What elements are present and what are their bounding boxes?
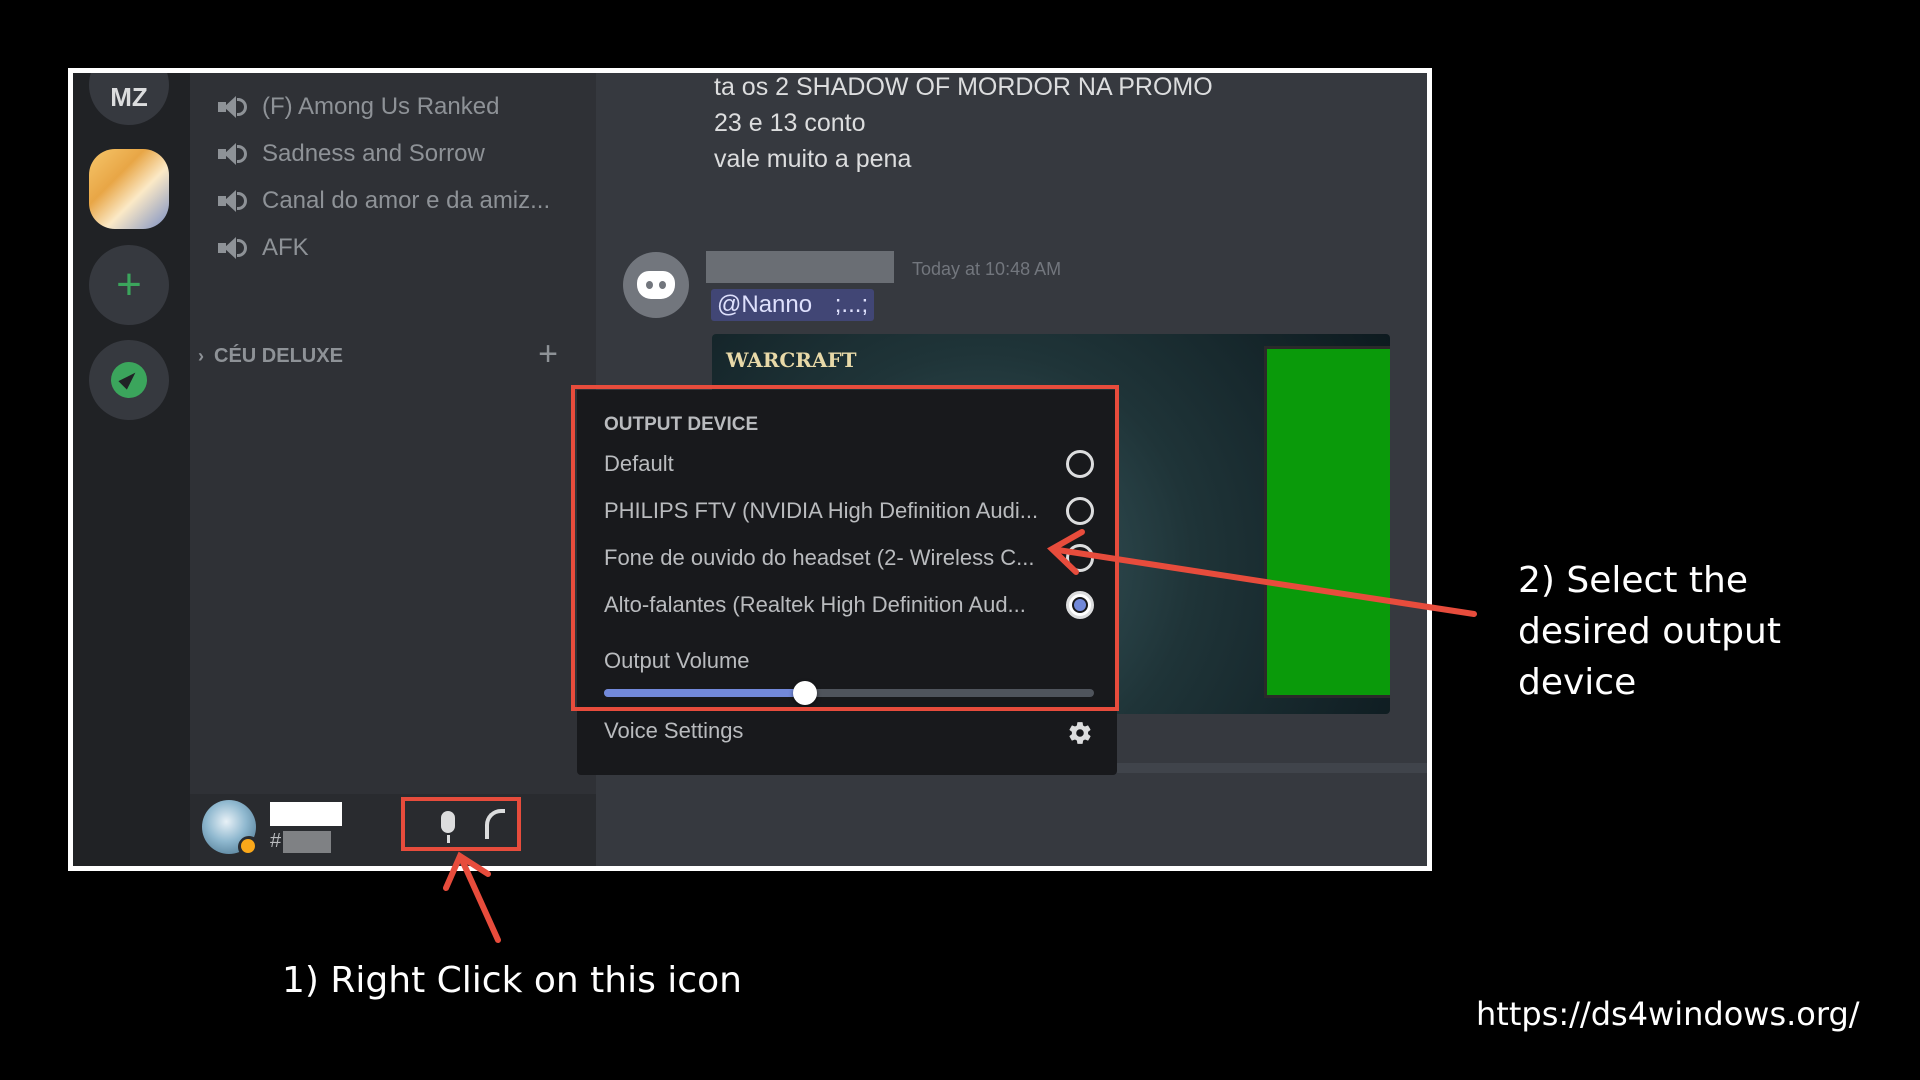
output-volume-slider[interactable] (604, 681, 1094, 705)
mic-headphone-highlight-box (401, 797, 521, 851)
redacted-tag (283, 830, 332, 853)
message-text: ta os 2 SHADOW OF MORDOR NA PROMO (714, 73, 1213, 101)
speaker-icon (218, 141, 248, 167)
radio-icon[interactable] (1066, 450, 1094, 478)
speaker-icon (218, 188, 248, 214)
message-text: vale muito a pena (714, 145, 912, 173)
device-option-default[interactable]: Default (604, 444, 1094, 484)
popout-title: OUTPUT DEVICE (604, 414, 759, 435)
voice-channel-sadness[interactable]: Sadness and Sorrow (218, 134, 485, 174)
server-rail: MZ + (73, 73, 190, 866)
mention-text: @Nanno (717, 291, 813, 318)
headphones-icon[interactable] (485, 809, 505, 839)
source-url: https://ds4windows.org/ (1476, 995, 1860, 1033)
radio-icon[interactable] (1066, 544, 1094, 572)
device-label: PHILIPS FTV (NVIDIA High Definition Audi… (604, 498, 1039, 523)
idle-status-icon (238, 836, 260, 858)
mention-suffix: ;...; (834, 291, 869, 318)
output-volume-label: Output Volume (604, 648, 750, 673)
voice-channel-canal[interactable]: Canal do amor e da amiz... (218, 181, 550, 221)
channel-label: Sadness and Sorrow (262, 140, 485, 167)
step-1-annotation: 1) Right Click on this icon (282, 960, 742, 1001)
device-label: Alto-falantes (Realtek High Definition A… (604, 592, 1026, 617)
output-device-popout: OUTPUT DEVICE Default PHILIPS FTV (NVIDI… (577, 390, 1117, 775)
radio-selected-icon[interactable] (1066, 591, 1094, 619)
gear-icon[interactable] (1067, 720, 1093, 746)
device-option-headset[interactable]: Fone de ouvido do headset (2- Wireless C… (604, 538, 1094, 578)
voice-channel-afk[interactable]: AFK (218, 228, 309, 268)
explore-servers-button[interactable] (89, 340, 169, 420)
channel-label: (F) Among Us Ranked (262, 93, 500, 120)
arrow-to-headphones (459, 857, 501, 943)
discord-logo-icon (637, 271, 675, 299)
category-label: CÉU DELUXE (214, 345, 343, 367)
device-option-philips[interactable]: PHILIPS FTV (NVIDIA High Definition Audi… (604, 491, 1094, 531)
speaker-icon (218, 94, 248, 120)
add-server-button[interactable]: + (89, 245, 169, 325)
channel-sidebar: (F) Among Us Ranked Sadness and Sorrow C… (190, 73, 596, 866)
author-avatar[interactable] (623, 252, 689, 318)
channel-category[interactable]: › CÉU DELUXE + (198, 335, 578, 373)
message-text: 23 e 13 conto (714, 109, 866, 137)
speaker-icon (218, 235, 248, 261)
chevron-right-icon: › (198, 346, 204, 366)
server-icon-mz[interactable]: MZ (89, 73, 169, 125)
mention-pill[interactable]: @Nanno ;...; (711, 289, 875, 321)
voice-settings-link[interactable]: Voice Settings (604, 718, 743, 744)
user-tag: # (270, 830, 332, 853)
create-channel-plus-icon[interactable]: + (538, 335, 558, 374)
volume-slider-handle[interactable] (792, 681, 817, 705)
message-timestamp: Today at 10:48 AM (912, 259, 1062, 279)
green-panel (1264, 346, 1390, 698)
game-logo: WARCRAFT (726, 348, 857, 372)
server-initials: MZ (110, 81, 148, 112)
redacted-username (270, 802, 342, 826)
tag-prefix: # (270, 830, 282, 852)
channel-label: AFK (262, 234, 309, 261)
step-2-annotation: 2) Select the desired output device (1518, 560, 1781, 703)
compass-icon (111, 362, 147, 398)
tutorial-canvas: MZ + (F) Among Us Ranked Sadness and Sor… (0, 0, 1920, 1080)
volume-fill (604, 689, 805, 697)
device-label: Default (604, 451, 674, 476)
microphone-icon[interactable] (441, 811, 455, 843)
channel-label: Canal do amor e da amiz... (262, 187, 551, 214)
discord-screenshot: MZ + (F) Among Us Ranked Sadness and Sor… (68, 68, 1432, 871)
user-panel: # (190, 794, 596, 866)
radio-icon[interactable] (1066, 497, 1094, 525)
voice-channel-among-us[interactable]: (F) Among Us Ranked (218, 87, 499, 127)
plus-icon: + (116, 260, 142, 309)
server-icon-unicorn[interactable] (89, 149, 169, 229)
redacted-author-name (706, 251, 894, 283)
device-label: Fone de ouvido do headset (2- Wireless C… (604, 545, 1035, 570)
device-option-realtek[interactable]: Alto-falantes (Realtek High Definition A… (604, 585, 1094, 625)
